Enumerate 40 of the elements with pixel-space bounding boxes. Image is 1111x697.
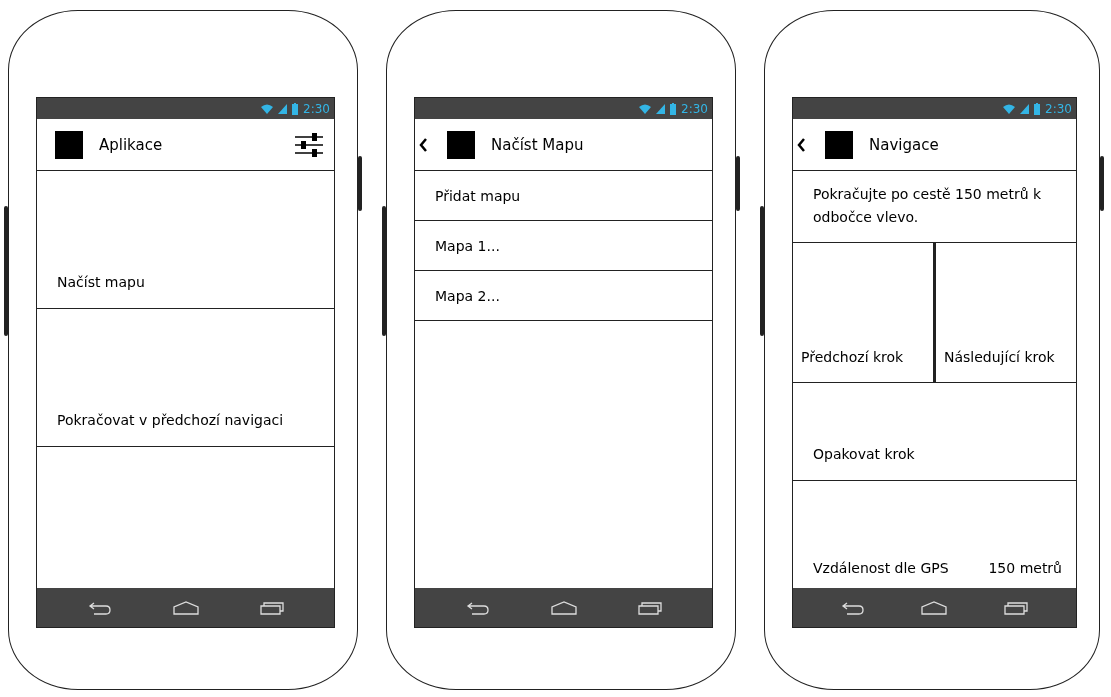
battery-icon: [292, 102, 299, 115]
step-tile[interactable]: Následující krok: [936, 243, 1076, 382]
status-time: 2:30: [303, 101, 330, 116]
back-arrow-icon[interactable]: [87, 600, 112, 615]
signal-icon: [278, 103, 288, 114]
signal-icon: [1020, 103, 1030, 114]
wifi-icon: [639, 103, 652, 114]
settings-icon[interactable]: [294, 132, 324, 157]
menu-tile[interactable]: Načíst mapu: [37, 171, 334, 309]
recents-icon[interactable]: [1003, 600, 1028, 615]
back-icon[interactable]: [797, 137, 805, 152]
step-tile[interactable]: Předchozí krok: [793, 243, 933, 382]
recents-icon[interactable]: [259, 600, 284, 615]
menu-tile[interactable]: Pokračovat v předchozí navigaci: [37, 309, 334, 447]
signal-icon: [656, 103, 666, 114]
recents-icon[interactable]: [637, 600, 662, 615]
list-item[interactable]: Mapa 1...: [415, 221, 712, 271]
battery-icon: [670, 102, 677, 115]
app-icon: [447, 130, 475, 159]
wifi-icon: [1003, 103, 1016, 114]
app-icon: [55, 130, 83, 159]
info-label: Vzdálenost dle GPS: [813, 560, 949, 576]
back-arrow-icon[interactable]: [841, 600, 866, 615]
home-icon[interactable]: [172, 600, 199, 615]
app-title: Načíst Mapu: [491, 135, 585, 154]
list-item[interactable]: Mapa 2...: [415, 271, 712, 321]
list-item[interactable]: Přidat mapu: [415, 171, 712, 221]
back-icon[interactable]: [419, 137, 427, 152]
app-title: Navigace: [869, 135, 940, 154]
battery-icon: [1034, 102, 1041, 115]
wifi-icon: [261, 103, 274, 114]
app-icon: [825, 130, 853, 159]
menu-tile[interactable]: Opakovat krok: [793, 383, 1076, 481]
home-icon[interactable]: [921, 600, 948, 615]
status-time: 2:30: [681, 101, 708, 116]
back-arrow-icon[interactable]: [465, 600, 490, 615]
info-value: 150 metrů: [988, 560, 1062, 576]
home-icon[interactable]: [550, 600, 577, 615]
status-time: 2:30: [1045, 101, 1072, 116]
app-title: Aplikace: [99, 135, 164, 154]
